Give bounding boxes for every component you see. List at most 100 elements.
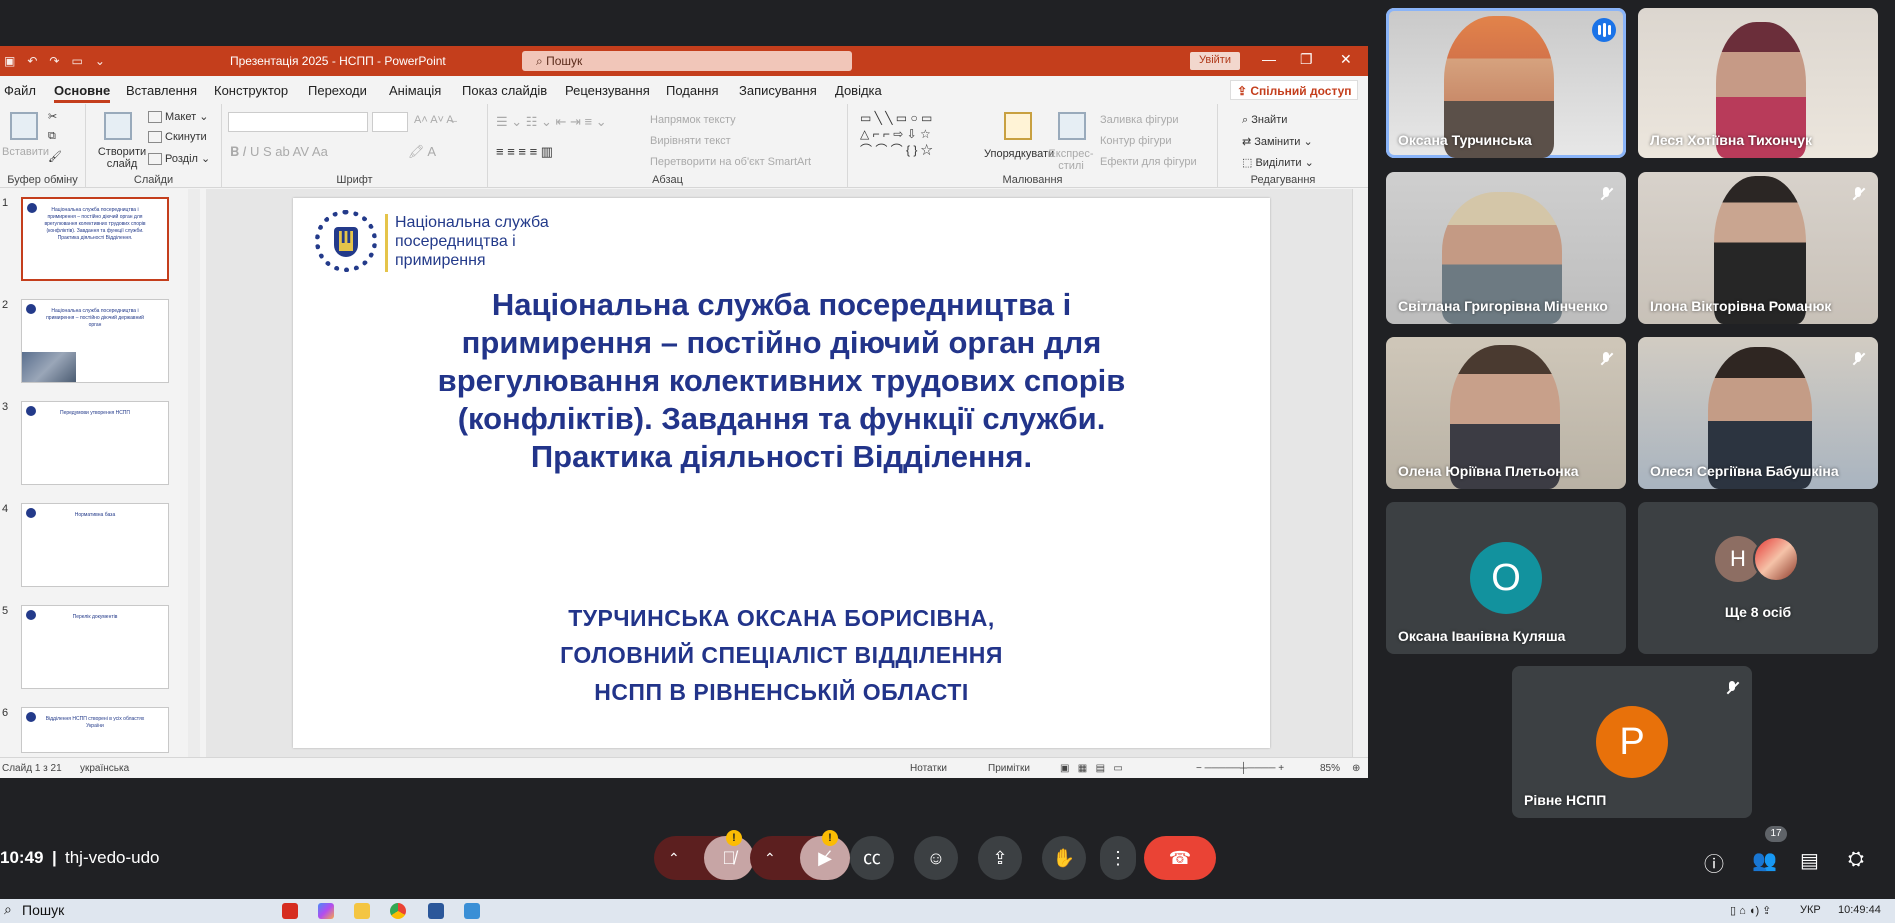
participant-tile-7[interactable]: О Оксана Іванівна Куляша bbox=[1386, 502, 1626, 654]
tab-help[interactable]: Довідка bbox=[835, 83, 882, 98]
more-options-button[interactable]: ⋮ bbox=[1100, 836, 1136, 880]
tab-insert[interactable]: Вставлення bbox=[126, 83, 197, 98]
app-icon-wps[interactable] bbox=[282, 903, 298, 919]
info-icon[interactable]: ⓘ bbox=[1704, 848, 1724, 877]
redo-icon[interactable]: ↷ bbox=[49, 54, 59, 68]
share-button[interactable]: ⇪ Спільний доступ bbox=[1230, 80, 1358, 100]
tab-transitions[interactable]: Переходи bbox=[308, 83, 367, 98]
tab-review[interactable]: Рецензування bbox=[565, 83, 650, 98]
align-text-button[interactable]: Вирівняти текст bbox=[650, 135, 731, 147]
comments-button[interactable]: Примітки bbox=[988, 763, 1030, 774]
tab-design[interactable]: Конструктор bbox=[214, 83, 288, 98]
cut-icon[interactable]: ✂ bbox=[48, 110, 57, 123]
zoom-level[interactable]: 85% bbox=[1320, 763, 1340, 774]
arrange-button[interactable]: Упорядкувати bbox=[984, 148, 1054, 160]
tab-slideshow[interactable]: Показ слайдів bbox=[462, 83, 547, 98]
select-button[interactable]: ⬚ Виділити ⌄ bbox=[1242, 156, 1314, 169]
app-icon-copilot[interactable] bbox=[318, 903, 334, 919]
notes-button[interactable]: Нотатки bbox=[910, 763, 947, 774]
font-size-select[interactable] bbox=[372, 112, 408, 132]
participant-tile-2[interactable]: Леся Хотіївна Тихончук bbox=[1638, 8, 1878, 158]
word-icon[interactable] bbox=[428, 903, 444, 919]
smartart-button[interactable]: Перетворити на об'єкт SmartArt bbox=[650, 156, 811, 168]
section-button[interactable]: Розділ ⌄ bbox=[148, 152, 210, 166]
participant-tile-4[interactable]: Ілона Вікторівна Романюк bbox=[1638, 172, 1878, 324]
participant-tile-6[interactable]: Олеся Сергіївна Бабушкіна bbox=[1638, 337, 1878, 489]
fit-icon[interactable]: ⊕ bbox=[1352, 763, 1360, 774]
app-icon-paint[interactable] bbox=[464, 903, 480, 919]
shape-fill-button[interactable]: Заливка фігури bbox=[1100, 114, 1179, 126]
thumbnail-scrollbar[interactable] bbox=[188, 189, 200, 757]
language-indicator[interactable]: українська bbox=[80, 763, 129, 774]
system-clock[interactable]: 10:49:44 bbox=[1838, 904, 1881, 916]
zoom-slider[interactable]: − ─────┼──── + bbox=[1196, 763, 1284, 774]
tab-file[interactable]: Файл bbox=[4, 83, 36, 98]
tab-view[interactable]: Подання bbox=[666, 83, 719, 98]
new-slide-button[interactable]: Створити слайд bbox=[94, 146, 150, 170]
slide-thumb-6[interactable]: Відділення НСПП створені в усіх областях… bbox=[21, 707, 169, 753]
paste-icon[interactable] bbox=[10, 112, 38, 140]
align-icons[interactable]: ≡ ≡ ≡ ≡ ▥ bbox=[496, 144, 553, 160]
close-icon[interactable]: ✕ bbox=[1340, 51, 1352, 68]
font-family-select[interactable] bbox=[228, 112, 368, 132]
slide-thumb-1[interactable]: Національна служба посередництва і прими… bbox=[21, 197, 169, 281]
tab-recording[interactable]: Записування bbox=[739, 83, 817, 98]
quick-styles-button[interactable]: Експрес-стилі bbox=[1046, 148, 1096, 172]
search-box[interactable]: ⌕ Пошук bbox=[522, 51, 852, 71]
folder-icon[interactable] bbox=[354, 903, 370, 919]
font-color-icon[interactable]: 🖍 A bbox=[408, 144, 436, 160]
save-icon[interactable]: ▣ bbox=[4, 54, 15, 68]
chat-icon[interactable]: ▤ bbox=[1800, 848, 1819, 873]
undo-icon[interactable]: ↶ bbox=[27, 54, 37, 68]
replace-button[interactable]: ⇄ Замінити ⌄ bbox=[1242, 135, 1313, 148]
people-icon[interactable]: 👥 bbox=[1752, 848, 1777, 873]
minimize-icon[interactable]: — bbox=[1262, 51, 1276, 67]
slide-thumb-2[interactable]: Національна служба посередництва і прими… bbox=[21, 299, 169, 383]
taskbar-search[interactable]: Пошук bbox=[22, 902, 64, 918]
slide-thumb-5[interactable]: Перелік документів bbox=[21, 605, 169, 689]
find-button[interactable]: ⌕ Знайти bbox=[1242, 114, 1287, 127]
font-style-buttons[interactable]: 𝐁 𝐼 U S ab AV Aa bbox=[230, 144, 328, 160]
view-buttons[interactable]: ▣ ▦ ▤ ▭ bbox=[1060, 763, 1123, 774]
restore-icon[interactable]: ❐ bbox=[1300, 51, 1313, 68]
slide-thumb-3[interactable]: Передумови утворення НСПП bbox=[21, 401, 169, 485]
search-icon[interactable]: ⌕ bbox=[4, 901, 12, 918]
slide-scrollbar[interactable] bbox=[1352, 189, 1368, 757]
shapes-gallery[interactable]: ▭ ╲ ╲ ▭ ○ ▭ △ ⌐ ⌐ ⇨ ⇩ ☆ ⌒ ⌒ ⌒ { } ☆ bbox=[860, 110, 980, 158]
leave-call-button[interactable]: ☎ bbox=[1144, 836, 1216, 880]
copy-icon[interactable]: ⧉ bbox=[48, 130, 56, 143]
shape-outline-button[interactable]: Контур фігури bbox=[1100, 135, 1171, 147]
tab-home[interactable]: Основне bbox=[54, 83, 111, 103]
more-participants-tile[interactable]: Н Ще 8 осіб bbox=[1638, 502, 1878, 654]
slide-thumb-4[interactable]: Нормативна база bbox=[21, 503, 169, 587]
present-icon[interactable]: ▭ bbox=[71, 54, 82, 68]
shape-effects-button[interactable]: Ефекти для фігури bbox=[1100, 156, 1197, 168]
format-painter-icon[interactable]: 🖌 bbox=[48, 150, 62, 163]
paste-button[interactable]: Вставити bbox=[2, 146, 49, 158]
replace-icon: ⇄ bbox=[1242, 136, 1255, 148]
reset-button[interactable]: Скинути bbox=[148, 131, 207, 144]
grow-font-icon[interactable]: A˄ A˅ A̶ bbox=[414, 114, 454, 126]
tab-animations[interactable]: Анімація bbox=[389, 83, 441, 98]
raise-hand-button[interactable]: ✋ bbox=[1042, 836, 1086, 880]
customize-icon[interactable]: ⌄ bbox=[95, 54, 105, 68]
current-slide[interactable]: Національна служба посередництва і прими… bbox=[293, 198, 1270, 748]
quick-styles-icon[interactable] bbox=[1058, 112, 1086, 140]
list-icons[interactable]: ☰ ⌄ ☷ ⌄ ⇤ ⇥ ≡ ⌄ bbox=[496, 114, 607, 130]
participant-tile-1[interactable]: Оксана Турчинська bbox=[1386, 8, 1626, 158]
input-language[interactable]: УКР bbox=[1800, 904, 1821, 916]
participant-tile-3[interactable]: Світлана Григорівна Мінченко bbox=[1386, 172, 1626, 324]
captions-button[interactable]: ㏄ bbox=[850, 836, 894, 880]
participant-tile-5[interactable]: Олена Юріївна Плетьонка bbox=[1386, 337, 1626, 489]
reactions-button[interactable]: ☺ bbox=[914, 836, 958, 880]
new-slide-icon[interactable] bbox=[104, 112, 132, 140]
present-button[interactable]: ⇪ bbox=[978, 836, 1022, 880]
activities-icon[interactable]: ⛭ bbox=[1848, 848, 1864, 871]
text-direction-button[interactable]: Напрямок тексту bbox=[650, 114, 736, 126]
participant-tile-9[interactable]: Р Рівне НСПП bbox=[1512, 666, 1752, 818]
chrome-icon[interactable] bbox=[390, 903, 406, 919]
tray-icons[interactable]: ▯ ⌂ ◖) ⇪ bbox=[1730, 904, 1771, 917]
signin-button[interactable]: Увійти bbox=[1190, 52, 1240, 70]
layout-button[interactable]: Макет ⌄ bbox=[148, 110, 208, 124]
arrange-icon[interactable] bbox=[1004, 112, 1032, 140]
